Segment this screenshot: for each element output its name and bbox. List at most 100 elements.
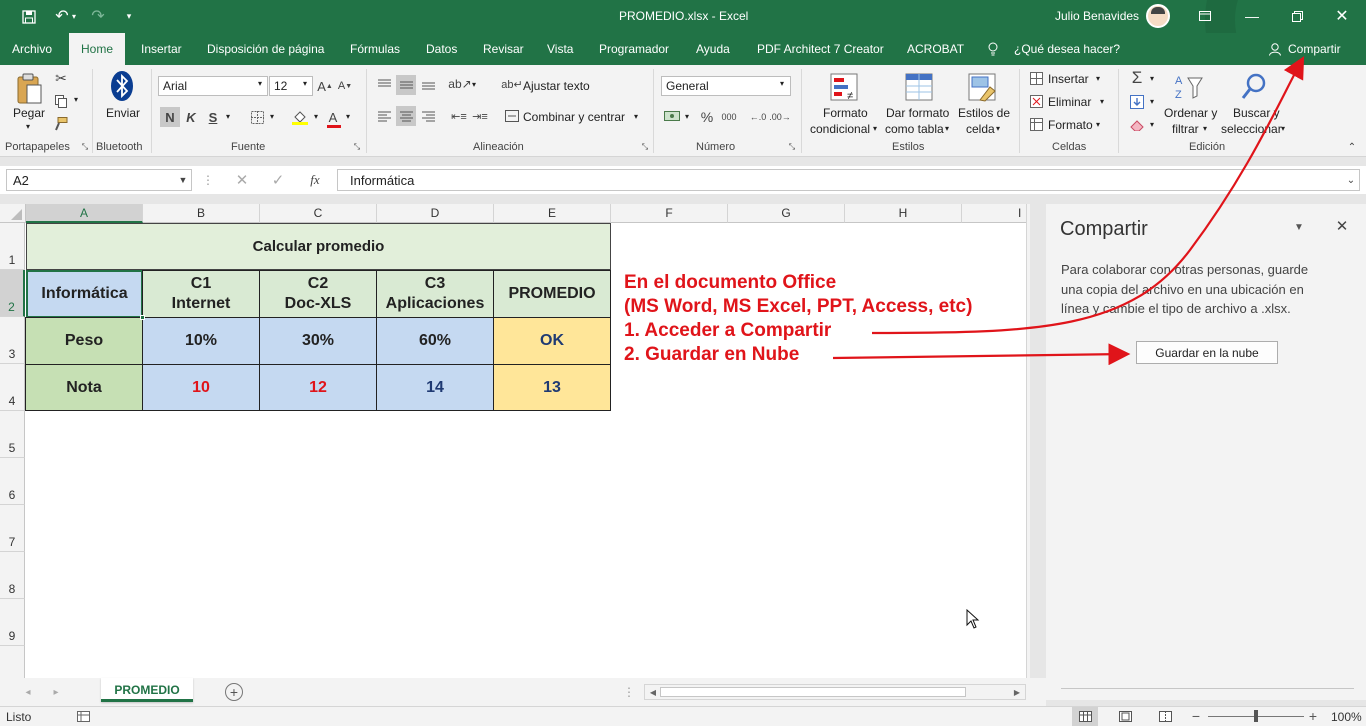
close-icon[interactable]: ✕ <box>1332 6 1352 26</box>
format-cells-button[interactable]: Formato <box>1048 118 1093 132</box>
scroll-down-icon[interactable]: ▼ <box>1029 664 1030 676</box>
bold-button[interactable]: N <box>160 107 180 127</box>
fill-dropdown-icon[interactable]: ▾ <box>314 112 318 121</box>
cell-d4[interactable]: 14 <box>376 364 494 411</box>
underline-button[interactable]: S <box>204 107 222 127</box>
sort-filter-label-2[interactable]: filtrar <box>1172 122 1199 136</box>
tab-vista[interactable]: Vista <box>547 42 573 56</box>
row-header-1[interactable]: 1 <box>0 223 25 270</box>
insert-cells-icon[interactable] <box>1028 70 1044 86</box>
zoom-slider-thumb[interactable] <box>1254 710 1258 722</box>
zoom-in-icon[interactable]: + <box>1306 708 1320 724</box>
scroll-up-icon[interactable]: ▲ <box>1029 206 1030 218</box>
styles-dropdown-icon[interactable]: ▾ <box>996 124 1000 133</box>
cell-c4[interactable]: 12 <box>259 364 377 411</box>
borders-icon[interactable] <box>248 107 266 127</box>
next-sheet-icon[interactable]: ▸ <box>50 685 62 699</box>
sheet-tab-promedio[interactable]: PROMEDIO <box>101 678 193 702</box>
cell-b3[interactable]: 10% <box>142 317 260 365</box>
save-to-cloud-button[interactable]: Guardar en la nube <box>1136 341 1278 364</box>
cell-a4[interactable]: Nota <box>25 364 143 411</box>
conditional-format-label[interactable]: Formato <box>823 106 868 120</box>
tab-acrobat[interactable]: ACROBAT <box>907 42 964 56</box>
scroll-left-icon[interactable]: ◀ <box>647 686 659 698</box>
column-header-i[interactable]: I <box>962 204 1030 223</box>
bluetooth-icon[interactable] <box>108 69 136 103</box>
pane-options-icon[interactable]: ▼ <box>1292 220 1306 234</box>
find-select-label[interactable]: Buscar y <box>1233 106 1280 120</box>
customize-toolbar-icon[interactable]: ▾ <box>122 8 136 24</box>
minimize-icon[interactable]: — <box>1242 6 1262 26</box>
tab-programador[interactable]: Programador <box>599 42 669 56</box>
number-format-select[interactable]: General <box>661 76 791 96</box>
cell-styles-label[interactable]: Estilos de <box>958 106 1010 120</box>
undo-dropdown-icon[interactable]: ▾ <box>70 8 78 24</box>
merge-dropdown-icon[interactable]: ▾ <box>634 112 638 121</box>
thousands-button[interactable]: 000 <box>718 107 740 127</box>
merge-center-icon[interactable] <box>504 108 520 124</box>
expand-formula-icon[interactable]: ⌄ <box>1344 172 1358 188</box>
row-header-7[interactable]: 7 <box>0 505 25 552</box>
numfmt-dropdown-icon[interactable]: ▾ <box>780 79 784 88</box>
macro-record-icon[interactable] <box>75 709 91 723</box>
cell-b4[interactable]: 10 <box>142 364 260 411</box>
cell-a3[interactable]: Peso <box>25 317 143 365</box>
tabs-splitter-icon[interactable]: ⋮ <box>623 684 635 700</box>
cancel-entry-icon[interactable]: ✕ <box>233 170 251 190</box>
insert-dropdown-icon[interactable]: ▾ <box>1096 74 1100 83</box>
zoom-level[interactable]: 100% <box>1331 710 1362 724</box>
column-header-b[interactable]: B <box>143 204 260 223</box>
horizontal-scrollbar[interactable]: ◀ ▶ <box>644 684 1026 700</box>
sort-filter-label[interactable]: Ordenar y <box>1164 106 1217 120</box>
find-select-icon[interactable] <box>1238 70 1270 104</box>
fill-color-icon[interactable] <box>290 107 310 127</box>
fill-icon[interactable] <box>1128 93 1146 111</box>
cell-a2[interactable]: Informática <box>26 270 143 318</box>
zoom-slider[interactable] <box>1208 710 1304 722</box>
column-header-d[interactable]: D <box>377 204 494 223</box>
page-layout-icon[interactable] <box>1113 708 1137 725</box>
format-dropdown-icon[interactable]: ▾ <box>1096 120 1100 129</box>
font-launcher-icon[interactable]: ⤡ <box>352 142 362 152</box>
clear-dropdown-icon[interactable]: ▾ <box>1150 120 1154 129</box>
cell-c2[interactable]: C2 Doc-XLS <box>259 270 377 318</box>
row-header-5[interactable]: 5 <box>0 411 25 458</box>
font-dropdown-icon[interactable]: ▾ <box>258 79 262 88</box>
cell-styles-label-2[interactable]: celda <box>966 122 995 136</box>
row-header-3[interactable]: 3 <box>0 317 25 364</box>
table-dropdown-icon[interactable]: ▾ <box>945 124 949 133</box>
tab-disposicion[interactable]: Disposición de página <box>207 42 324 56</box>
cell-d3[interactable]: 60% <box>376 317 494 365</box>
send-bluetooth-label[interactable]: Enviar <box>106 106 140 120</box>
insert-function-icon[interactable]: fx <box>304 170 326 190</box>
formula-input[interactable]: Informática <box>337 169 1360 191</box>
collapse-ribbon-icon[interactable]: ⌃ <box>1346 141 1358 153</box>
column-header-f[interactable]: F <box>611 204 728 223</box>
row-header-9[interactable]: 9 <box>0 599 25 646</box>
align-middle-icon[interactable] <box>396 75 416 95</box>
orientation-icon[interactable]: ab↗ <box>448 75 471 93</box>
align-bottom-icon[interactable] <box>419 75 437 93</box>
underline-dropdown-icon[interactable]: ▾ <box>226 112 230 121</box>
decrease-decimal-icon[interactable]: .00→ <box>769 107 791 127</box>
font-color-dropdown-icon[interactable]: ▾ <box>346 112 350 121</box>
tell-me-search[interactable]: ¿Qué desea hacer? <box>1014 42 1120 56</box>
find-select-label-2[interactable]: seleccionar <box>1221 122 1282 136</box>
page-break-icon[interactable] <box>1153 708 1177 725</box>
cell-e2[interactable]: PROMEDIO <box>493 270 611 318</box>
orientation-dropdown-icon[interactable]: ▾ <box>472 80 476 89</box>
delete-dropdown-icon[interactable]: ▾ <box>1100 97 1104 106</box>
row-header-6[interactable]: 6 <box>0 458 25 505</box>
paste-label[interactable]: Pegar <box>13 106 45 120</box>
percent-button[interactable]: % <box>698 107 716 127</box>
namebox-dropdown-icon[interactable]: ▼ <box>177 173 189 187</box>
row-header-10[interactable] <box>0 646 25 678</box>
tab-insertar[interactable]: Insertar <box>141 42 182 56</box>
align-right-icon[interactable] <box>419 106 437 126</box>
column-header-g[interactable]: G <box>728 204 845 223</box>
column-header-h[interactable]: H <box>845 204 962 223</box>
align-left-icon[interactable] <box>375 106 393 126</box>
align-top-icon[interactable] <box>375 75 393 93</box>
copy-dropdown-icon[interactable]: ▾ <box>74 95 78 104</box>
cut-icon[interactable]: ✂ <box>52 69 70 87</box>
